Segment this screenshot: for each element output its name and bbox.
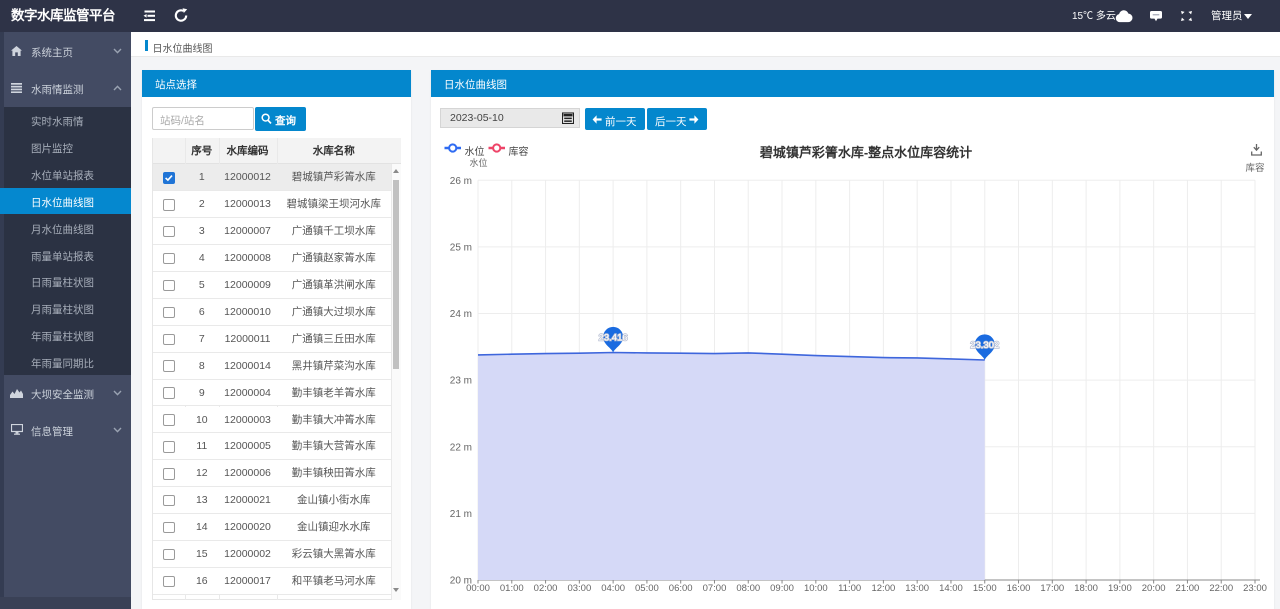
svg-text:13:00: 13:00: [905, 583, 929, 594]
svg-text:22 m: 22 m: [450, 442, 472, 453]
svg-text:23:00: 23:00: [1243, 583, 1267, 594]
svg-text:14:00: 14:00: [939, 583, 963, 594]
svg-text:06:00: 06:00: [669, 583, 693, 594]
svg-text:12:00: 12:00: [871, 583, 895, 594]
svg-text:05:00: 05:00: [635, 583, 659, 594]
svg-text:07:00: 07:00: [703, 583, 727, 594]
svg-text:24 m: 24 m: [450, 309, 472, 320]
svg-text:20:00: 20:00: [1142, 583, 1166, 594]
svg-text:11:00: 11:00: [838, 583, 861, 594]
svg-text:10:00: 10:00: [804, 583, 828, 594]
svg-text:21:00: 21:00: [1176, 583, 1200, 594]
svg-text:01:00: 01:00: [500, 583, 524, 594]
svg-text:02:00: 02:00: [534, 583, 558, 594]
svg-text:16:00: 16:00: [1007, 583, 1031, 594]
svg-text:08:00: 08:00: [736, 583, 760, 594]
svg-text:00:00: 00:00: [466, 583, 490, 594]
svg-text:04:00: 04:00: [601, 583, 625, 594]
svg-text:26 m: 26 m: [450, 175, 472, 186]
svg-text:21 m: 21 m: [450, 508, 472, 519]
svg-text:15:00: 15:00: [973, 583, 997, 594]
svg-text:22:00: 22:00: [1209, 583, 1233, 594]
svg-text:17:00: 17:00: [1040, 583, 1064, 594]
svg-text:23.302: 23.302: [970, 340, 999, 351]
svg-text:19:00: 19:00: [1108, 583, 1132, 594]
svg-text:03:00: 03:00: [567, 583, 591, 594]
svg-text:09:00: 09:00: [770, 583, 794, 594]
svg-text:23 m: 23 m: [450, 375, 472, 386]
svg-text:18:00: 18:00: [1074, 583, 1098, 594]
svg-text:23.416: 23.416: [599, 332, 628, 343]
svg-text:25 m: 25 m: [450, 242, 472, 253]
